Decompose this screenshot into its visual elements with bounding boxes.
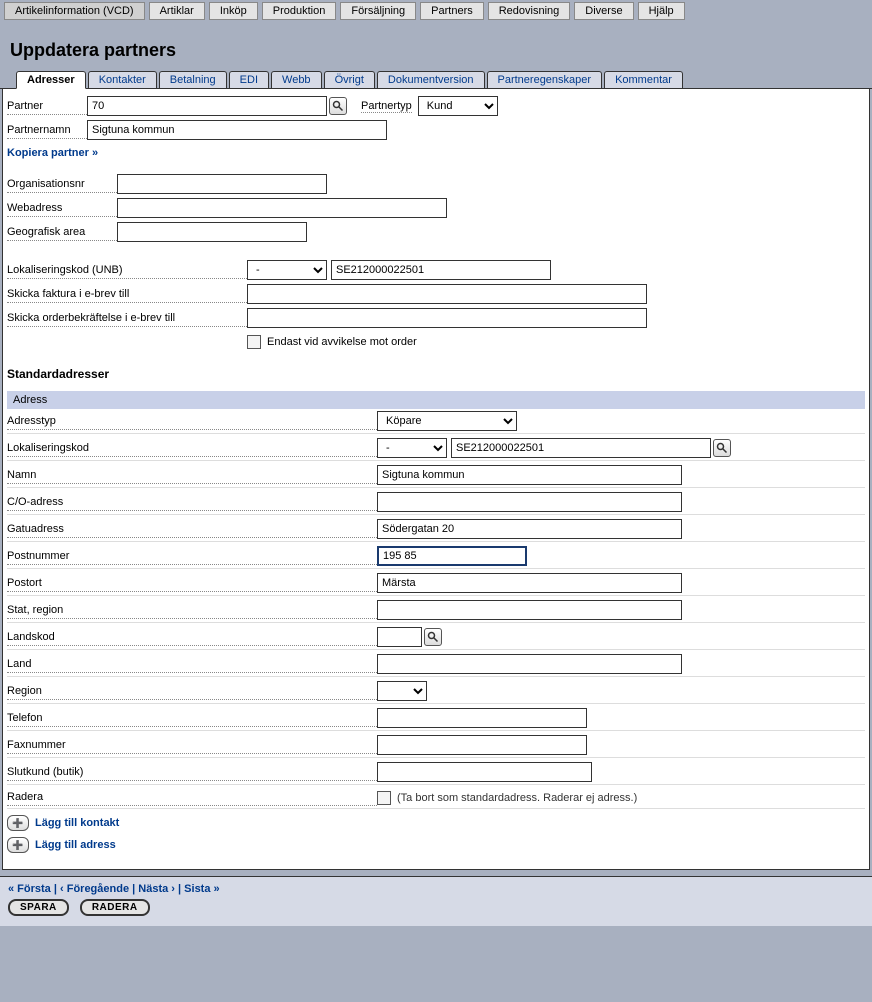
partnernamn-label: Partnernamn (7, 122, 87, 139)
search-icon (716, 442, 728, 454)
web-label: Webadress (7, 200, 117, 217)
tab-bar: Adresser Kontakter Betalning EDI Webb Öv… (0, 71, 872, 89)
addr-lok-lookup-button[interactable] (713, 439, 731, 457)
nav-next-link[interactable]: Nästa › (138, 883, 175, 895)
addr-radera-label: Radera (7, 789, 377, 806)
nav-prev-link[interactable]: ‹ Föregående (60, 883, 129, 895)
kopiera-partner-link[interactable]: Kopiera partner » (7, 143, 98, 163)
addr-gata-input[interactable] (377, 519, 682, 539)
addr-radera-note: (Ta bort som standardadress. Raderar ej … (397, 792, 637, 804)
nav-sep: | (51, 883, 60, 895)
tab-edi[interactable]: EDI (229, 71, 269, 88)
menu-redovisning[interactable]: Redovisning (488, 2, 571, 20)
partnernamn-input[interactable] (87, 120, 387, 140)
add-kontakt-link[interactable]: Lägg till kontakt (35, 817, 119, 829)
addr-radera-checkbox[interactable] (377, 791, 391, 805)
addr-slutkund-label: Slutkund (butik) (7, 764, 377, 781)
tab-adresser[interactable]: Adresser (16, 71, 86, 89)
tab-kontakter[interactable]: Kontakter (88, 71, 157, 88)
addr-gata-label: Gatuadress (7, 521, 377, 538)
menu-inkop[interactable]: Inköp (209, 2, 258, 20)
addr-telefon-label: Telefon (7, 710, 377, 727)
geo-label: Geografisk area (7, 224, 117, 241)
partnertyp-label: Partnertyp (361, 100, 412, 113)
add-address-icon: ➕ (7, 837, 29, 853)
tab-partneregenskaper[interactable]: Partneregenskaper (487, 71, 603, 88)
menu-produktion[interactable]: Produktion (262, 2, 337, 20)
addr-landkod-lookup-button[interactable] (424, 628, 442, 646)
search-icon (427, 631, 439, 643)
footer: « Första | ‹ Föregående | Nästa › | Sist… (0, 876, 872, 926)
endast-checkbox[interactable] (247, 335, 261, 349)
nav-sep: | (129, 883, 138, 895)
addr-lok-input[interactable] (451, 438, 711, 458)
add-contact-icon: ➕ (7, 815, 29, 831)
addr-region-select[interactable] (377, 681, 427, 701)
save-button[interactable]: SPARA (8, 899, 69, 916)
addr-lok-label: Lokaliseringskod (7, 440, 377, 457)
top-menu: Artikelinformation (VCD) Artiklar Inköp … (0, 0, 872, 22)
standardadresser-title: Standardadresser (7, 355, 865, 387)
menu-hjalp[interactable]: Hjälp (638, 2, 685, 20)
menu-partners[interactable]: Partners (420, 2, 484, 20)
content-panel: Partner Partnertyp Kund Partnernamn Kopi… (2, 89, 870, 870)
tab-dokumentversion[interactable]: Dokumentversion (377, 71, 485, 88)
web-input[interactable] (117, 198, 447, 218)
addr-postnr-label: Postnummer (7, 548, 377, 565)
addr-namn-input[interactable] (377, 465, 682, 485)
addr-fax-input[interactable] (377, 735, 587, 755)
addr-stat-label: Stat, region (7, 602, 377, 619)
nav-last-link[interactable]: Sista » (184, 883, 219, 895)
menu-forsaljning[interactable]: Försäljning (340, 2, 416, 20)
addr-land-input[interactable] (377, 654, 682, 674)
addr-slutkund-input[interactable] (377, 762, 592, 782)
orgnr-input[interactable] (117, 174, 327, 194)
addr-landkod-input[interactable] (377, 627, 422, 647)
unb-input[interactable] (331, 260, 551, 280)
orgnr-label: Organisationsnr (7, 176, 117, 193)
partnertyp-select[interactable]: Kund (418, 96, 498, 116)
adresstyp-select[interactable]: Köpare (377, 411, 517, 431)
tab-ovrigt[interactable]: Övrigt (324, 71, 375, 88)
addr-postort-label: Postort (7, 575, 377, 592)
menu-diverse[interactable]: Diverse (574, 2, 633, 20)
faktura-input[interactable] (247, 284, 647, 304)
addr-postort-input[interactable] (377, 573, 682, 593)
page-title: Uppdatera partners (0, 22, 872, 71)
addr-postnr-input[interactable] (377, 546, 527, 566)
addr-co-input[interactable] (377, 492, 682, 512)
add-adress-link[interactable]: Lägg till adress (35, 839, 116, 851)
tab-betalning[interactable]: Betalning (159, 71, 227, 88)
addr-region-label: Region (7, 683, 377, 700)
addr-fax-label: Faxnummer (7, 737, 377, 754)
addr-lok-select[interactable]: - (377, 438, 447, 458)
unb-select[interactable]: - (247, 260, 327, 280)
addr-co-label: C/O-adress (7, 494, 377, 511)
orderbek-label: Skicka orderbekräftelse i e-brev till (7, 310, 247, 327)
partner-lookup-button[interactable] (329, 97, 347, 115)
addr-namn-label: Namn (7, 467, 377, 484)
geo-input[interactable] (117, 222, 307, 242)
delete-button[interactable]: RADERA (80, 899, 150, 916)
menu-artikelinformation[interactable]: Artikelinformation (VCD) (4, 2, 145, 20)
menu-artiklar[interactable]: Artiklar (149, 2, 205, 20)
unb-label: Lokaliseringskod (UNB) (7, 262, 247, 279)
adress-section-header: Adress (7, 391, 865, 409)
addr-land-label: Land (7, 656, 377, 673)
tab-webb[interactable]: Webb (271, 71, 322, 88)
addr-telefon-input[interactable] (377, 708, 587, 728)
faktura-label: Skicka faktura i e-brev till (7, 286, 247, 303)
search-icon (332, 100, 344, 112)
tab-kommentar[interactable]: Kommentar (604, 71, 683, 88)
partner-input[interactable] (87, 96, 327, 116)
adresstyp-label: Adresstyp (7, 413, 377, 430)
partner-label: Partner (7, 98, 87, 115)
addr-stat-input[interactable] (377, 600, 682, 620)
nav-sep: | (175, 883, 184, 895)
nav-first-link[interactable]: « Första (8, 883, 51, 895)
addr-landkod-label: Landskod (7, 629, 377, 646)
endast-label: Endast vid avvikelse mot order (267, 336, 417, 348)
orderbek-input[interactable] (247, 308, 647, 328)
